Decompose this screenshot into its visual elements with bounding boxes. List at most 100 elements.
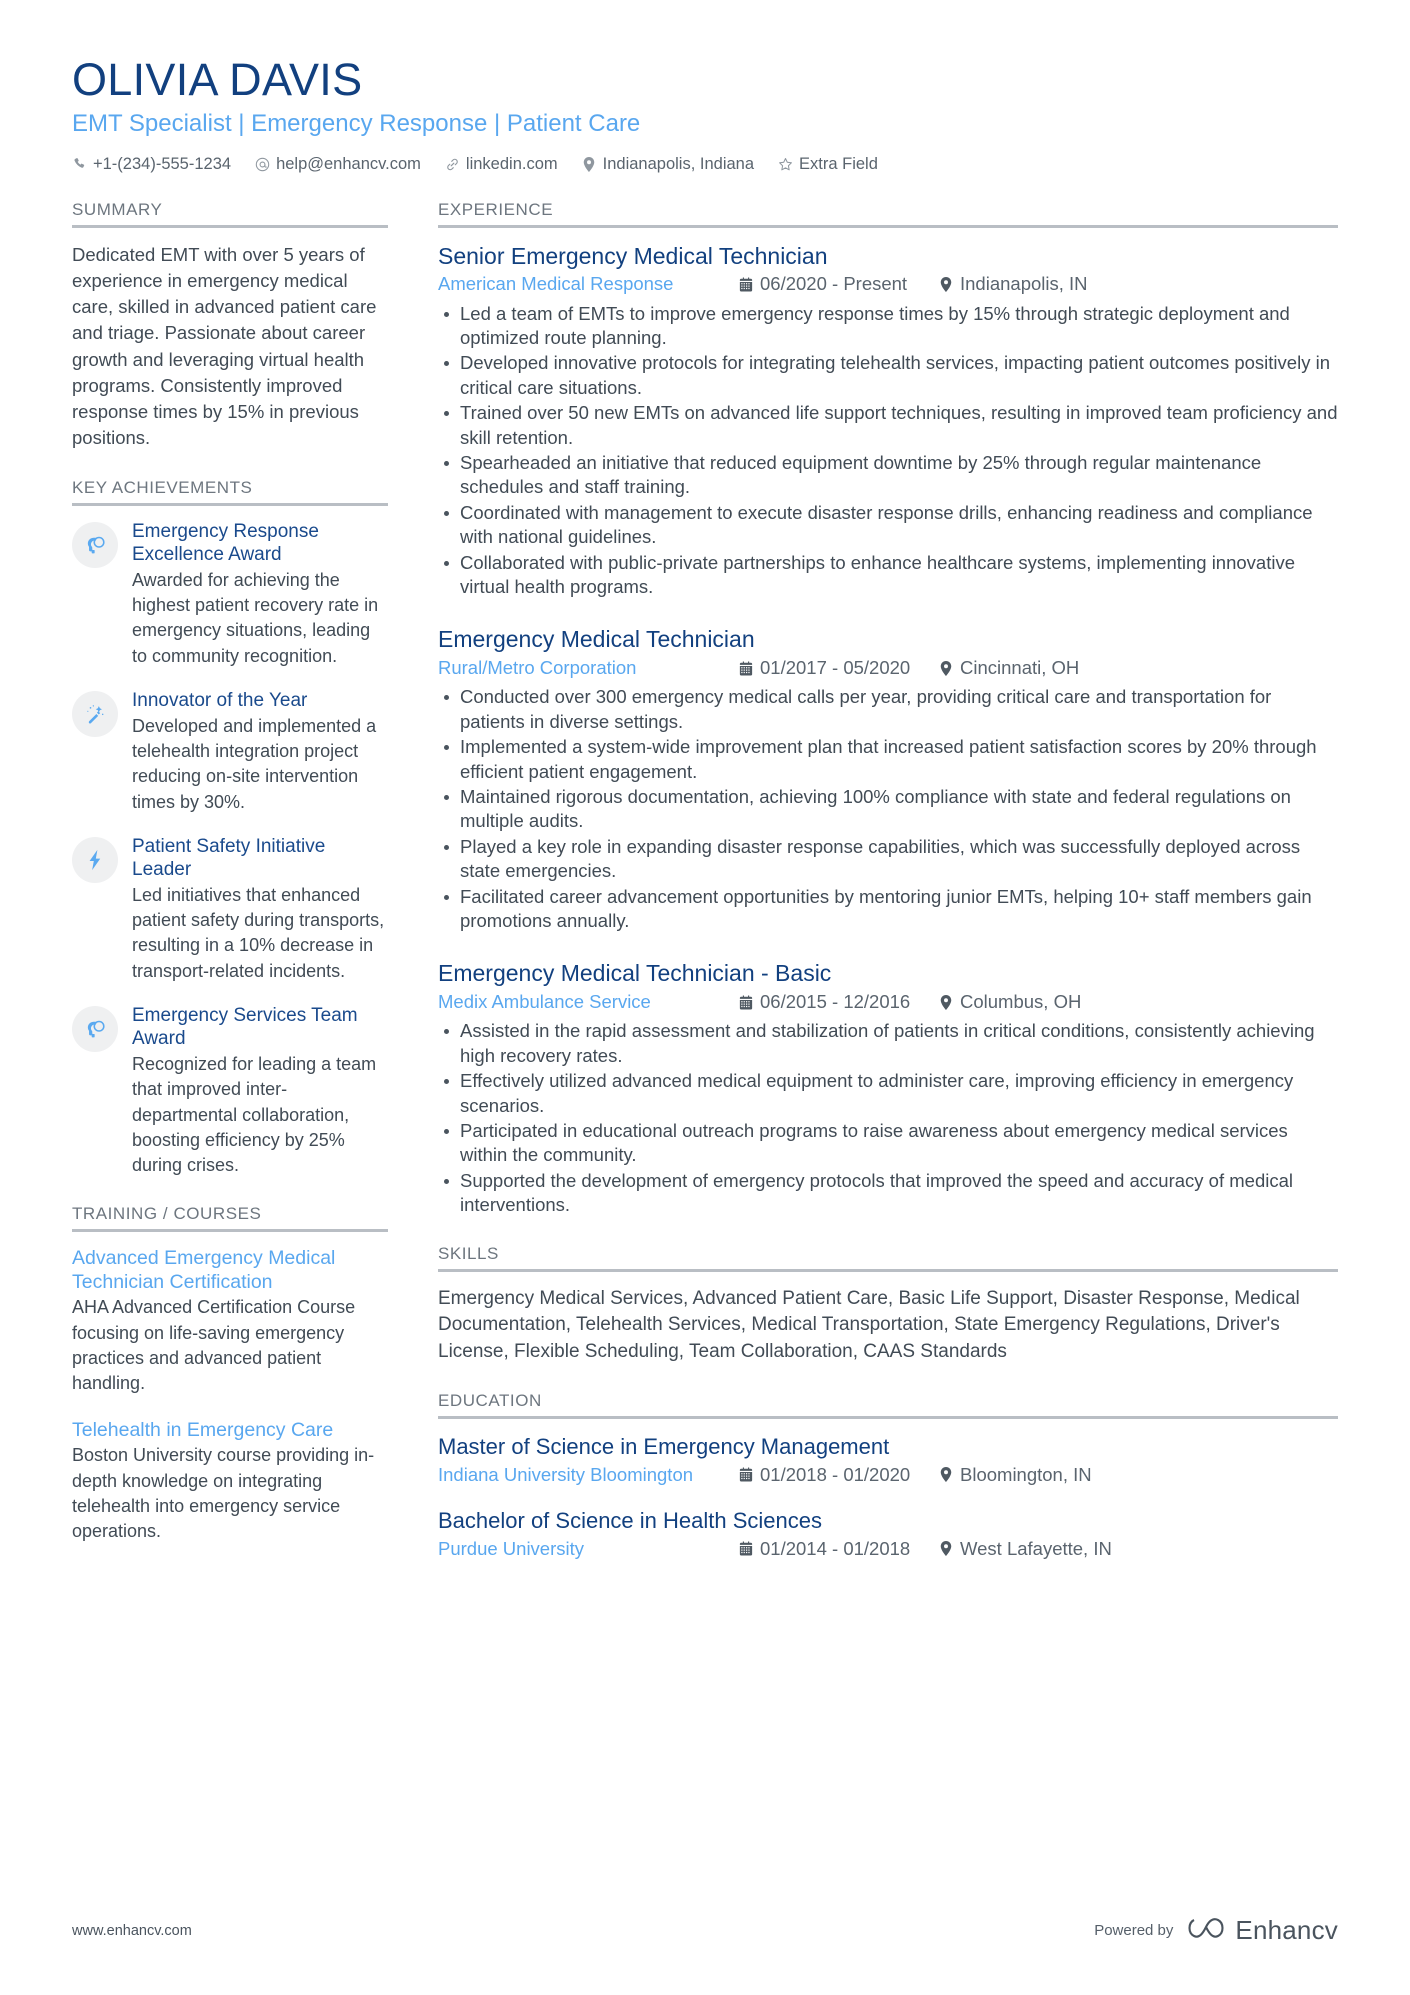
experience-item: Emergency Medical Technician - Basic Medi…	[438, 959, 1338, 1217]
training-title: Advanced Emergency Medical Technician Ce…	[72, 1247, 336, 1294]
phone-icon	[72, 157, 87, 172]
education-item: Bachelor of Science in Health Sciences Pu…	[438, 1507, 1338, 1561]
education-list: Master of Science in Emergency Managemen…	[438, 1433, 1338, 1560]
contact-item-3[interactable]: Indianapolis, Indiana	[582, 155, 754, 174]
training-section-title: TRAINING / COURSES	[72, 1204, 262, 1224]
section-divider	[72, 224, 388, 228]
job-date-text: 06/2015 - 12/2016	[760, 991, 911, 1013]
section-divider	[438, 1416, 1338, 1420]
job-location-text: Cincinnati, OH	[960, 657, 1080, 679]
job-location: Indianapolis, IN	[938, 272, 1088, 296]
job-company: Medix Ambulance Service	[438, 991, 651, 1013]
summary-section: SUMMARY Dedicated EMT with over 5 years …	[72, 200, 388, 452]
achievement-body: Innovator of the Year Developed and imple…	[132, 689, 388, 815]
job-bullet-list: Conducted over 300 emergency medical cal…	[438, 685, 1338, 933]
job-location: Cincinnati, OH	[938, 656, 1079, 680]
email-icon	[255, 157, 270, 172]
training-section: TRAINING / COURSES Advanced Emergency Me…	[72, 1204, 388, 1544]
training-description: AHA Advanced Certification Course focusi…	[72, 1297, 356, 1394]
experience-item: Emergency Medical Technician Rural/Metro …	[438, 625, 1338, 933]
enhancv-logo: Enhancv	[1185, 1914, 1338, 1947]
job-company: American Medical Response	[438, 273, 674, 295]
summary-text: Dedicated EMT with over 5 years of exper…	[72, 243, 377, 449]
calendar-icon	[738, 994, 753, 1010]
enhancv-wordmark: Enhancv	[1235, 1915, 1338, 1945]
achievement-body: Patient Safety Initiative Leader Led init…	[132, 835, 388, 984]
training-item: Telehealth in Emergency Care Boston Unive…	[72, 1418, 388, 1544]
education-meta-row: Indiana University Bloomington 01/2018 - …	[438, 1463, 1338, 1487]
calendar-icon	[738, 1467, 753, 1483]
job-company: Rural/Metro Corporation	[438, 657, 637, 679]
achievement-title: Emergency Services Team Award	[132, 1004, 358, 1049]
job-bullet: Played a key role in expanding disaster …	[438, 835, 1338, 884]
experience-section: EXPERIENCE Senior Emergency Medical Tech…	[438, 200, 1338, 1218]
job-bullet-list: Led a team of EMTs to improve emergency …	[438, 302, 1338, 600]
training-item: Advanced Emergency Medical Technician Ce…	[72, 1246, 388, 1396]
job-title: Emergency Medical Technician	[438, 626, 755, 653]
achievement-icon-badge	[72, 1005, 118, 1052]
footer-branding: Powered by Enhancv	[1094, 1914, 1338, 1947]
achievement-description: Developed and implemented a telehealth i…	[132, 715, 377, 812]
achievement-icon-badge	[72, 836, 118, 883]
map-pin-icon	[938, 660, 953, 676]
education-location: West Lafayette, IN	[938, 1537, 1112, 1561]
job-date-text: 06/2020 - Present	[760, 273, 908, 295]
experience-item: Senior Emergency Medical Technician Ameri…	[438, 242, 1338, 600]
contact-item-text: Extra Field	[799, 154, 878, 173]
section-divider	[72, 502, 388, 506]
calendar-icon	[738, 660, 753, 676]
education-school: Purdue University	[438, 1537, 585, 1559]
calendar-icon	[738, 277, 753, 293]
location-pin-icon	[582, 156, 597, 172]
contact-item-1[interactable]: help@enhancv.com	[255, 155, 421, 174]
job-meta-row: Rural/Metro Corporation 01/2017 - 05/2020…	[438, 656, 1338, 680]
achievement-item: Emergency Response Excellence Award Award…	[72, 520, 388, 669]
section-divider	[438, 224, 1338, 228]
skills-text: Emergency Medical Services, Advanced Pat…	[438, 1287, 1300, 1362]
experience-section-title: EXPERIENCE	[438, 199, 554, 219]
achievements-list: Emergency Response Excellence Award Award…	[72, 520, 388, 1178]
map-pin-icon	[938, 277, 953, 293]
job-date-range: 06/2020 - Present	[738, 272, 938, 296]
contact-item-0[interactable]: +1-(234)-555-1234	[72, 155, 231, 174]
link-icon	[445, 157, 460, 172]
experience-list: Senior Emergency Medical Technician Ameri…	[438, 242, 1338, 1218]
achievements-section: KEY ACHIEVEMENTS Emergency Response Exce…	[72, 478, 388, 1178]
job-bullet: Implemented a system-wide improvement pl…	[438, 735, 1338, 784]
education-section: EDUCATION Master of Science in Emergency…	[438, 1391, 1338, 1560]
achievement-title: Emergency Response Excellence Award	[132, 520, 319, 565]
job-bullet: Participated in educational outreach pro…	[438, 1119, 1338, 1168]
education-location: Bloomington, IN	[938, 1463, 1092, 1487]
education-degree: Master of Science in Emergency Managemen…	[438, 1434, 890, 1460]
contact-item-2[interactable]: linkedin.com	[445, 155, 558, 174]
achievement-description: Recognized for leading a team that impro…	[132, 1054, 377, 1175]
job-title: Emergency Medical Technician - Basic	[438, 960, 832, 987]
job-bullet: Coordinated with management to execute d…	[438, 501, 1338, 550]
contact-row: +1-(234)-555-1234 help@enhancv.com linkedi…	[72, 155, 1338, 174]
footer-website-url[interactable]: www.enhancv.com	[72, 1923, 192, 1939]
calendar-icon	[738, 1541, 753, 1557]
page-footer: www.enhancv.com Powered by Enhancv	[72, 1914, 1338, 1947]
contact-item-text: Indianapolis, Indiana	[602, 154, 755, 173]
education-location-text: Bloomington, IN	[960, 1463, 1092, 1485]
job-bullet: Effectively utilized advanced medical eq…	[438, 1069, 1338, 1118]
education-date-range: 01/2018 - 01/2020	[738, 1463, 938, 1487]
job-bullet-list: Assisted in the rapid assessment and sta…	[438, 1019, 1338, 1217]
job-date-text: 01/2017 - 05/2020	[760, 657, 911, 679]
job-bullet: Collaborated with public-private partner…	[438, 551, 1338, 600]
head-thought-bubble-icon	[84, 1018, 106, 1040]
training-description: Boston University course providing in-de…	[72, 1445, 375, 1541]
education-school: Indiana University Bloomington	[438, 1463, 694, 1485]
achievement-title: Innovator of the Year	[132, 689, 308, 711]
achievement-body: Emergency Response Excellence Award Award…	[132, 520, 388, 669]
skills-section: SKILLS Emergency Medical Services, Advan…	[438, 1244, 1338, 1366]
education-date-text: 01/2018 - 01/2020	[760, 1463, 911, 1485]
education-date-text: 01/2014 - 01/2018	[760, 1537, 911, 1559]
education-meta-row: Purdue University 01/2014 - 01/2018 West L…	[438, 1537, 1338, 1561]
achievement-description: Led initiatives that enhanced patient sa…	[132, 885, 385, 981]
contact-item-4[interactable]: Extra Field	[778, 155, 878, 174]
map-pin-icon	[938, 1467, 953, 1483]
job-bullet: Spearheaded an initiative that reduced e…	[438, 451, 1338, 500]
achievement-description: Awarded for achieving the highest patien…	[132, 570, 379, 666]
job-date-range: 01/2017 - 05/2020	[738, 656, 938, 680]
